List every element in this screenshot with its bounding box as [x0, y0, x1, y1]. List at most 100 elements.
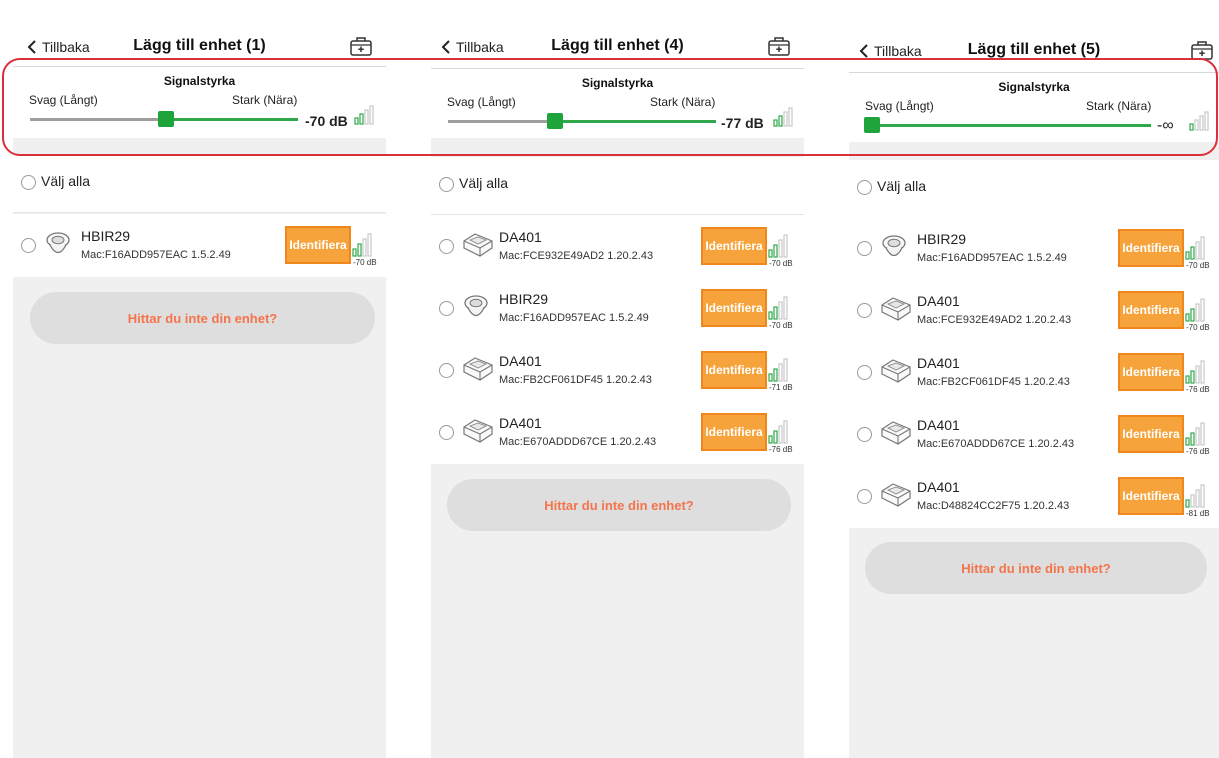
device-name: HBIR29 [917, 231, 967, 247]
signal-bars-icon [352, 233, 372, 257]
identify-button[interactable]: Identifiera [285, 226, 351, 264]
signal-strength-panel: Signalstyrka Svag (Långt) Stark (Nära) -… [13, 66, 386, 138]
device-radio[interactable] [439, 301, 454, 316]
screen-panel-1: Tillbaka Lägg till enhet (1) Signalstyrk… [13, 0, 386, 758]
device-radio[interactable] [857, 241, 872, 256]
detector-box-icon [881, 359, 911, 383]
select-all-row[interactable]: Välj alla [431, 157, 804, 215]
signal-title: Signalstyrka [163, 74, 236, 88]
signal-db-value: -77 dB [721, 115, 764, 131]
device-radio[interactable] [857, 427, 872, 442]
identify-button[interactable]: Identifiera [1118, 477, 1184, 515]
sensor-round-icon [464, 295, 488, 317]
detector-box-icon [463, 233, 493, 257]
device-row[interactable]: DA401 Mac:D48824CC2F75 1.20.2.43 Identif… [849, 465, 1219, 528]
device-name: DA401 [917, 479, 960, 495]
device-row[interactable]: HBIR29 Mac:F16ADD957EAC 1.5.2.49 Identif… [13, 214, 386, 277]
select-all-label: Välj alla [877, 178, 927, 194]
device-db: -76 dB [769, 445, 793, 454]
signal-bars-icon [1185, 484, 1205, 508]
device-radio[interactable] [857, 365, 872, 380]
signal-slider-thumb[interactable] [158, 111, 174, 127]
identify-button[interactable]: Identifiera [701, 413, 767, 451]
device-name: DA401 [499, 353, 542, 369]
select-all-radio[interactable] [857, 180, 872, 195]
device-row[interactable]: DA401 Mac:FCE932E49AD2 1.20.2.43 Identif… [849, 279, 1219, 342]
not-found-button[interactable]: Hittar du inte din enhet? [447, 479, 791, 531]
device-radio[interactable] [21, 238, 36, 253]
identify-button[interactable]: Identifiera [1118, 415, 1184, 453]
device-row[interactable]: DA401 Mac:FCE932E49AD2 1.20.2.43 Identif… [431, 215, 804, 278]
toolbox-icon[interactable] [1191, 40, 1213, 65]
device-name: DA401 [499, 229, 542, 245]
signal-title: Signalstyrka [581, 76, 654, 90]
device-mac: Mac:FB2CF061DF45 1.20.2.43 [499, 374, 652, 386]
device-radio[interactable] [857, 489, 872, 504]
not-found-button[interactable]: Hittar du inte din enhet? [865, 542, 1207, 594]
detector-box-icon [881, 297, 911, 321]
slider-track-left [448, 120, 555, 123]
device-mac: Mac:F16ADD957EAC 1.5.2.49 [499, 312, 649, 324]
nav-header: Tillbaka Lägg till enhet (5) [849, 34, 1219, 68]
weak-label: Svag (Långt) [29, 93, 98, 107]
device-mac: Mac:FCE932E49AD2 1.20.2.43 [499, 250, 654, 262]
signal-db-value: -70 dB [305, 113, 348, 129]
signal-title: Signalstyrka [998, 80, 1070, 94]
signal-db-value: -∞ [1157, 117, 1174, 134]
signal-strength-panel: Signalstyrka Svag (Långt) Stark (Nära) -… [849, 72, 1219, 144]
device-radio[interactable] [857, 303, 872, 318]
page-title: Lägg till enhet (4) [551, 37, 684, 54]
detector-box-icon [463, 419, 493, 443]
device-row[interactable]: HBIR29 Mac:F16ADD957EAC 1.5.2.49 Identif… [431, 277, 804, 340]
device-radio[interactable] [439, 425, 454, 440]
strong-label: Stark (Nära) [650, 95, 716, 109]
signal-slider-thumb[interactable] [547, 113, 563, 129]
device-mac: Mac:D48824CC2F75 1.20.2.43 [917, 500, 1070, 512]
device-mac: Mac:F16ADD957EAC 1.5.2.49 [917, 252, 1067, 264]
device-name: HBIR29 [499, 291, 549, 307]
device-row[interactable]: HBIR29 Mac:F16ADD957EAC 1.5.2.49 Identif… [849, 217, 1219, 280]
identify-button[interactable]: Identifiera [701, 351, 767, 389]
identify-button[interactable]: Identifiera [1118, 291, 1184, 329]
sensor-round-icon [46, 232, 70, 254]
device-db: -71 dB [769, 383, 793, 392]
device-row[interactable]: DA401 Mac:E670ADDD67CE 1.20.2.43 Identif… [431, 401, 804, 464]
device-db: -70 dB [1186, 261, 1210, 270]
device-row[interactable]: DA401 Mac:FB2CF061DF45 1.20.2.43 Identif… [849, 341, 1219, 404]
strong-label: Stark (Nära) [232, 93, 298, 107]
device-radio[interactable] [439, 363, 454, 378]
sensor-round-icon [882, 235, 906, 257]
select-all-label: Välj alla [459, 175, 509, 191]
select-all-radio[interactable] [21, 175, 36, 190]
device-name: DA401 [917, 293, 960, 309]
select-all-label: Välj alla [41, 173, 91, 189]
strong-label: Stark (Nära) [1086, 99, 1152, 113]
device-mac: Mac:E670ADDD67CE 1.20.2.43 [917, 438, 1075, 450]
identify-button[interactable]: Identifiera [1118, 353, 1184, 391]
signal-strength-panel: Signalstyrka Svag (Långt) Stark (Nära) -… [431, 68, 804, 140]
detector-box-icon [881, 421, 911, 445]
device-db: -70 dB [1186, 323, 1210, 332]
signal-slider-thumb[interactable] [864, 117, 880, 133]
select-all-radio[interactable] [439, 177, 454, 192]
identify-button[interactable]: Identifiera [701, 227, 767, 265]
select-all-row[interactable]: Välj alla [13, 155, 386, 213]
select-all-row[interactable]: Välj alla [849, 160, 1219, 218]
page-title: Lägg till enhet (1) [133, 37, 266, 54]
weak-label: Svag (Långt) [447, 95, 516, 109]
identify-button[interactable]: Identifiera [701, 289, 767, 327]
not-found-button[interactable]: Hittar du inte din enhet? [30, 292, 375, 344]
toolbox-icon[interactable] [768, 36, 790, 61]
device-db: -76 dB [1186, 385, 1210, 394]
slider-track-right [166, 118, 298, 121]
device-row[interactable]: DA401 Mac:E670ADDD67CE 1.20.2.43 Identif… [849, 403, 1219, 466]
screen-panel-2: Tillbaka Lägg till enhet (4) Signalstyrk… [431, 0, 804, 758]
device-radio[interactable] [439, 239, 454, 254]
device-row[interactable]: DA401 Mac:FB2CF061DF45 1.20.2.43 Identif… [431, 339, 804, 402]
device-name: DA401 [917, 417, 960, 433]
toolbox-icon[interactable] [350, 36, 372, 61]
signal-bars-icon [768, 234, 788, 258]
identify-button[interactable]: Identifiera [1118, 229, 1184, 267]
detector-box-icon [463, 357, 493, 381]
nav-header: Tillbaka Lägg till enhet (1) [13, 30, 386, 64]
